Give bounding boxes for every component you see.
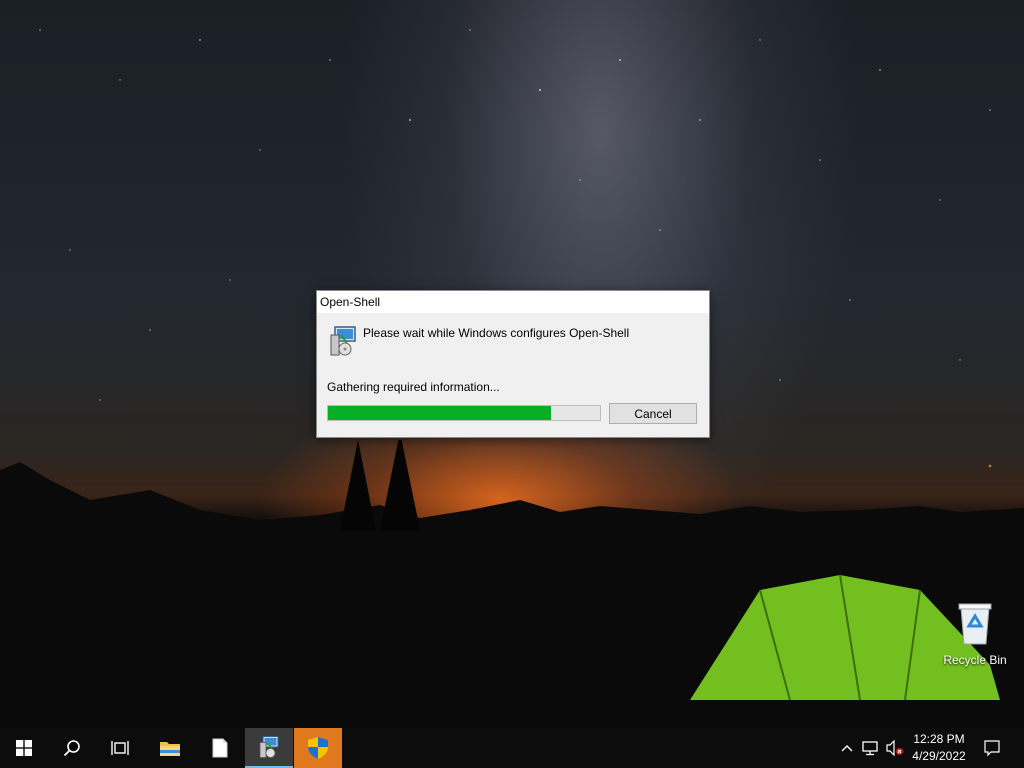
taskbar-document[interactable]	[196, 728, 244, 768]
desktop-background: Recycle Bin Open-Shell Please wait while…	[0, 0, 1024, 728]
cancel-button[interactable]: Cancel	[609, 403, 697, 424]
installer-dialog: Open-Shell Please wait while Windows con…	[316, 290, 710, 438]
progress-fill	[328, 406, 552, 420]
search-button[interactable]	[48, 728, 96, 768]
mountain-silhouette	[0, 440, 1024, 728]
dialog-status: Gathering required information...	[327, 380, 500, 394]
chevron-up-icon	[841, 745, 853, 752]
taskbar-uac-prompt[interactable]	[294, 728, 342, 768]
installer-icon	[259, 735, 279, 758]
clock[interactable]: 12:28 PM 4/29/2022	[906, 731, 972, 765]
notepad-document-icon	[212, 738, 228, 758]
volume-muted-icon	[886, 740, 903, 756]
recycle-bin-icon	[958, 603, 992, 645]
clock-time: 12:28 PM	[913, 732, 965, 746]
action-center-button[interactable]	[978, 728, 1006, 768]
dialog-message: Please wait while Windows configures Ope…	[363, 326, 630, 340]
uac-shield-icon	[308, 737, 328, 759]
start-button[interactable]	[0, 728, 48, 768]
desktop-icon-recycle-bin[interactable]: Recycle Bin	[940, 600, 1010, 667]
taskbar-file-explorer[interactable]	[146, 728, 194, 768]
volume-tray-button[interactable]	[884, 728, 906, 768]
installer-icon	[330, 326, 356, 356]
network-tray-button[interactable]	[860, 728, 882, 768]
recycle-bin-label: Recycle Bin	[943, 653, 1007, 667]
dialog-title: Open-Shell	[317, 291, 709, 313]
show-hidden-icons-button[interactable]	[838, 728, 856, 768]
search-icon	[63, 740, 80, 757]
task-view-icon	[111, 741, 129, 755]
task-view-button[interactable]	[96, 728, 144, 768]
file-explorer-icon	[160, 742, 180, 756]
windows-start-icon	[16, 740, 32, 756]
taskbar-installer[interactable]	[245, 728, 293, 768]
taskbar: 12:28 PM 4/29/2022	[0, 728, 1024, 768]
action-center-icon	[984, 740, 1000, 756]
progress-bar	[327, 405, 601, 421]
clock-date: 4/29/2022	[912, 749, 966, 763]
network-icon	[862, 741, 878, 756]
